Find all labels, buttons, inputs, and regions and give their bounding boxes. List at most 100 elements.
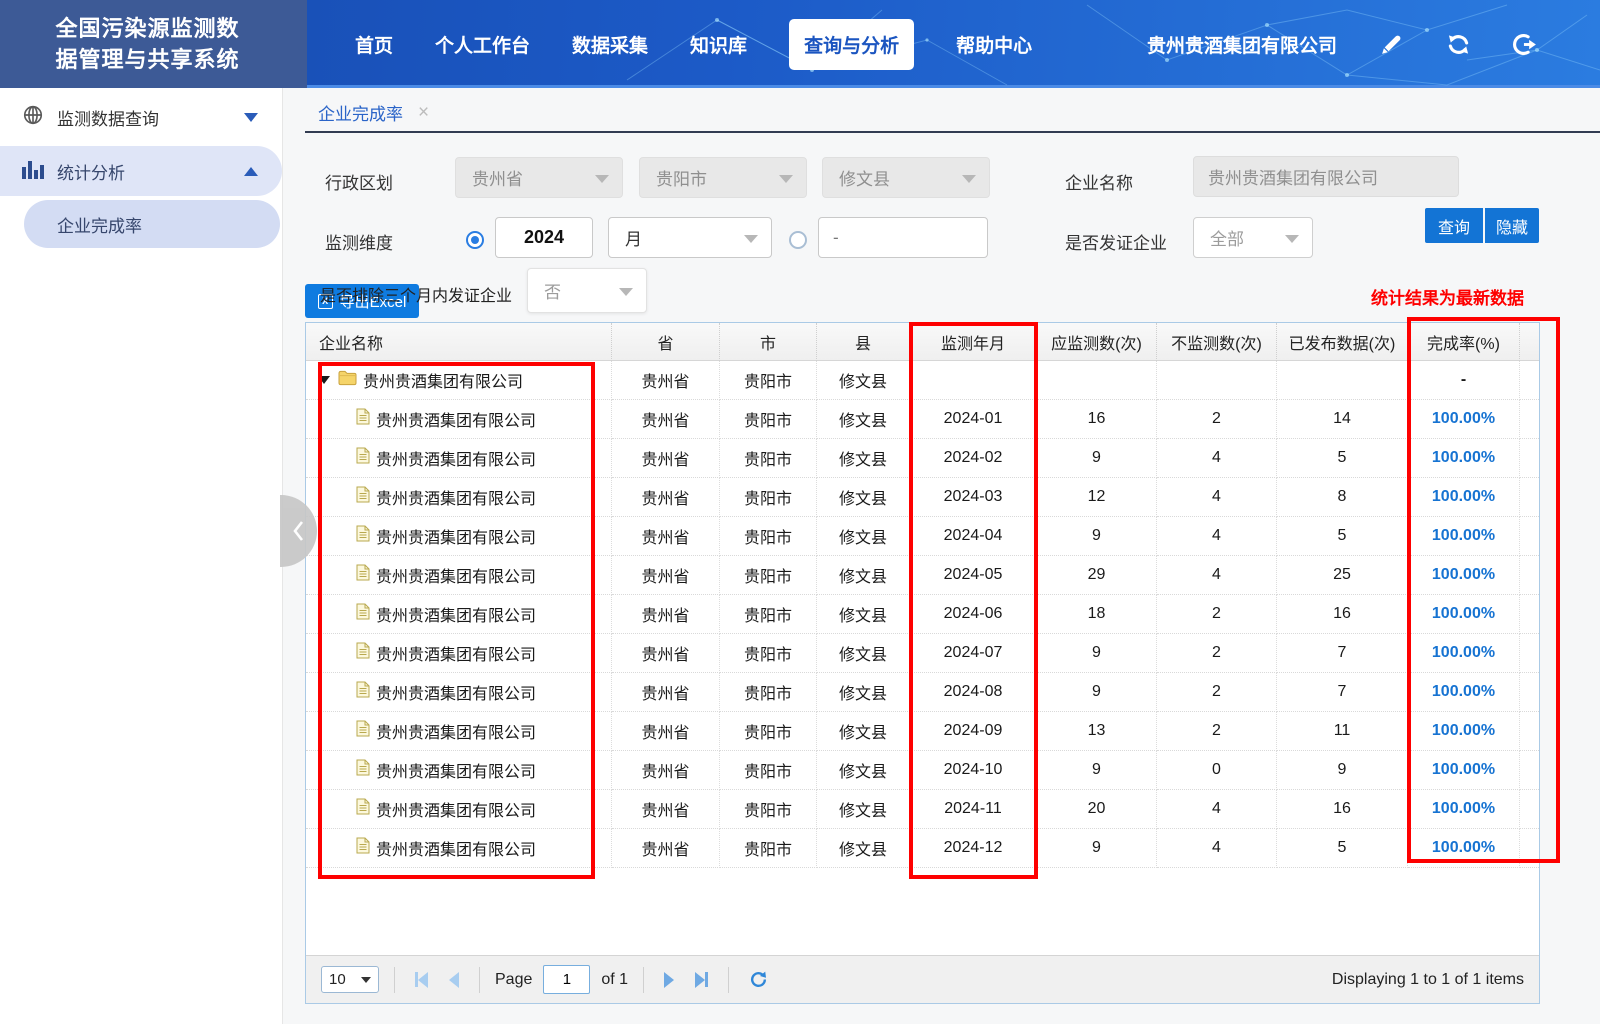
completion-rate-link[interactable]: 100.00% (1408, 439, 1520, 478)
month-dimension-radio[interactable] (466, 231, 484, 249)
tree-leaf-node[interactable]: 贵州贵酒集团有限公司 (306, 595, 612, 634)
nav-item-help-center[interactable]: 帮助中心 (956, 31, 1032, 58)
table-header-row: 企业名称 省 市 县 监测年月 应监测数(次) 不监测数(次) 已发布数据(次)… (306, 323, 1539, 361)
app-title: 全国污染源监测数据管理与共享系统 (56, 13, 252, 75)
company-name: 贵州贵酒集团有限公司 (376, 758, 536, 782)
last-page-button[interactable] (690, 972, 713, 988)
tree-leaf-node[interactable]: 贵州贵酒集团有限公司 (306, 673, 612, 712)
col-province[interactable]: 省 (612, 323, 720, 361)
tree-leaf-node[interactable]: 贵州贵酒集团有限公司 (306, 439, 612, 478)
table-row: 贵州贵酒集团有限公司 贵州省 贵阳市 修文县 2024-05 29 4 25 1… (306, 556, 1539, 595)
refresh-icon[interactable] (1446, 32, 1471, 57)
completion-rate-link[interactable]: 100.00% (1408, 712, 1520, 751)
edit-pencil-icon[interactable] (1379, 32, 1404, 57)
col-published[interactable]: 已发布数据(次) (1277, 323, 1408, 361)
licensed-select[interactable]: 全部 (1193, 217, 1313, 258)
completion-rate-link[interactable]: 100.00% (1408, 556, 1520, 595)
tree-leaf-node[interactable]: 贵州贵酒集团有限公司 (306, 634, 612, 673)
cell-city: 贵阳市 (720, 829, 817, 868)
company-name: 贵州贵酒集团有限公司 (376, 641, 536, 665)
nav-item-query-analysis[interactable]: 查询与分析 (789, 19, 914, 70)
search-button[interactable]: 查询 (1425, 208, 1483, 243)
completion-rate-link[interactable]: 100.00% (1408, 751, 1520, 790)
app-header: 全国污染源监测数据管理与共享系统 首页 个人工作台 数据采集 知识库 查询与分析… (0, 0, 1600, 88)
tree-leaf-node[interactable]: 贵州贵酒集团有限公司 (306, 790, 612, 829)
page-size-value: 10 (329, 971, 346, 988)
table-row: 贵州贵酒集团有限公司 贵州省 贵阳市 修文县 2024-11 20 4 16 1… (306, 790, 1539, 829)
completion-rate-link[interactable]: 100.00% (1408, 634, 1520, 673)
cell-city: 贵阳市 (720, 751, 817, 790)
cell-city: 贵阳市 (720, 478, 817, 517)
completion-rate-link[interactable]: 100.00% (1408, 595, 1520, 634)
tree-leaf-node[interactable]: 贵州贵酒集团有限公司 (306, 829, 612, 868)
city-select[interactable]: 贵阳市 (639, 157, 807, 198)
table-body: 贵州贵酒集团有限公司 贵州省 贵阳市 修文县 - (306, 361, 1539, 868)
main-nav: 首页 个人工作台 数据采集 知识库 查询与分析 帮助中心 (307, 0, 1032, 88)
range-dimension-radio[interactable] (789, 231, 807, 249)
prev-page-button[interactable] (444, 972, 464, 988)
col-due[interactable]: 应监测数(次) (1037, 323, 1157, 361)
date-range-input[interactable] (818, 217, 988, 258)
cell-due: 29 (1037, 556, 1157, 595)
red-annotation-text: 统计结果为最新数据 (1371, 284, 1524, 309)
cell-published: 5 (1277, 829, 1408, 868)
chevron-down-icon (962, 175, 976, 183)
province-select[interactable]: 贵州省 (455, 157, 623, 198)
hide-button[interactable]: 隐藏 (1485, 208, 1539, 243)
sidebar-item-monitoring-data-query[interactable]: 监测数据查询 (0, 92, 282, 142)
sidebar-item-label: 统计分析 (57, 159, 125, 184)
nav-item-knowledge-base[interactable]: 知识库 (690, 31, 747, 58)
table-row: 贵州贵酒集团有限公司 贵州省 贵阳市 修文县 2024-04 9 4 5 100… (306, 517, 1539, 556)
tree-leaf-node[interactable]: 贵州贵酒集团有限公司 (306, 478, 612, 517)
completion-rate-link[interactable]: 100.00% (1408, 478, 1520, 517)
col-rate[interactable]: 完成率(%) (1408, 323, 1520, 361)
col-month[interactable]: 监测年月 (910, 323, 1037, 361)
nav-item-workbench[interactable]: 个人工作台 (435, 31, 530, 58)
first-page-button[interactable] (410, 972, 433, 988)
document-icon (356, 798, 370, 820)
tree-parent-node[interactable]: 贵州贵酒集团有限公司 (306, 361, 612, 400)
nav-item-data-collection[interactable]: 数据采集 (572, 31, 648, 58)
company-input[interactable] (1193, 156, 1459, 197)
next-page-button[interactable] (659, 972, 679, 988)
reload-icon[interactable] (744, 970, 773, 989)
cell-published: 11 (1277, 712, 1408, 751)
logout-icon[interactable] (1513, 32, 1538, 57)
tree-leaf-node[interactable]: 贵州贵酒集团有限公司 (306, 751, 612, 790)
col-not-monitored[interactable]: 不监测数(次) (1157, 323, 1277, 361)
page-number-input[interactable] (543, 965, 590, 994)
sidebar-item-statistical-analysis[interactable]: 统计分析 (0, 146, 282, 196)
nav-item-home[interactable]: 首页 (355, 31, 393, 58)
county-select[interactable]: 修文县 (822, 157, 990, 198)
page-size-select[interactable]: 10 (321, 966, 379, 993)
completion-rate-link[interactable]: 100.00% (1408, 790, 1520, 829)
completion-rate-link[interactable]: 100.00% (1408, 517, 1520, 556)
close-icon[interactable]: × (418, 103, 429, 122)
cell-spacer (1520, 673, 1539, 712)
tree-leaf-node[interactable]: 贵州贵酒集团有限公司 (306, 400, 612, 439)
page: 全国污染源监测数据管理与共享系统 首页 个人工作台 数据采集 知识库 查询与分析… (0, 0, 1600, 1024)
col-county[interactable]: 县 (817, 323, 910, 361)
cell-due: 9 (1037, 673, 1157, 712)
cell-county: 修文县 (817, 829, 910, 868)
exclude-select[interactable]: 否 (527, 268, 647, 313)
sidebar-subitem-enterprise-completion-rate[interactable]: 企业完成率 (24, 200, 280, 248)
tree-leaf-node[interactable]: 贵州贵酒集团有限公司 (306, 556, 612, 595)
cell-province: 贵州省 (612, 790, 720, 829)
col-company[interactable]: 企业名称 (306, 323, 612, 361)
completion-rate-link[interactable]: 100.00% (1408, 673, 1520, 712)
col-city[interactable]: 市 (720, 323, 817, 361)
period-select[interactable]: 月 (608, 217, 772, 258)
cell-published: 8 (1277, 478, 1408, 517)
tree-leaf-node[interactable]: 贵州贵酒集团有限公司 (306, 517, 612, 556)
completion-rate-link[interactable]: 100.00% (1408, 829, 1520, 868)
tree-leaf-node[interactable]: 贵州贵酒集团有限公司 (306, 712, 612, 751)
completion-rate-link[interactable]: 100.00% (1408, 400, 1520, 439)
tree-collapse-icon[interactable] (318, 376, 330, 384)
year-input[interactable] (495, 217, 593, 258)
table-row: 贵州贵酒集团有限公司 贵州省 贵阳市 修文县 2024-02 9 4 5 100… (306, 439, 1539, 478)
cell-published: 7 (1277, 673, 1408, 712)
chevron-up-icon (244, 167, 258, 176)
company-label: 企业名称 (1065, 169, 1133, 194)
tab-enterprise-completion-rate[interactable]: 企业完成率 × (318, 100, 429, 125)
